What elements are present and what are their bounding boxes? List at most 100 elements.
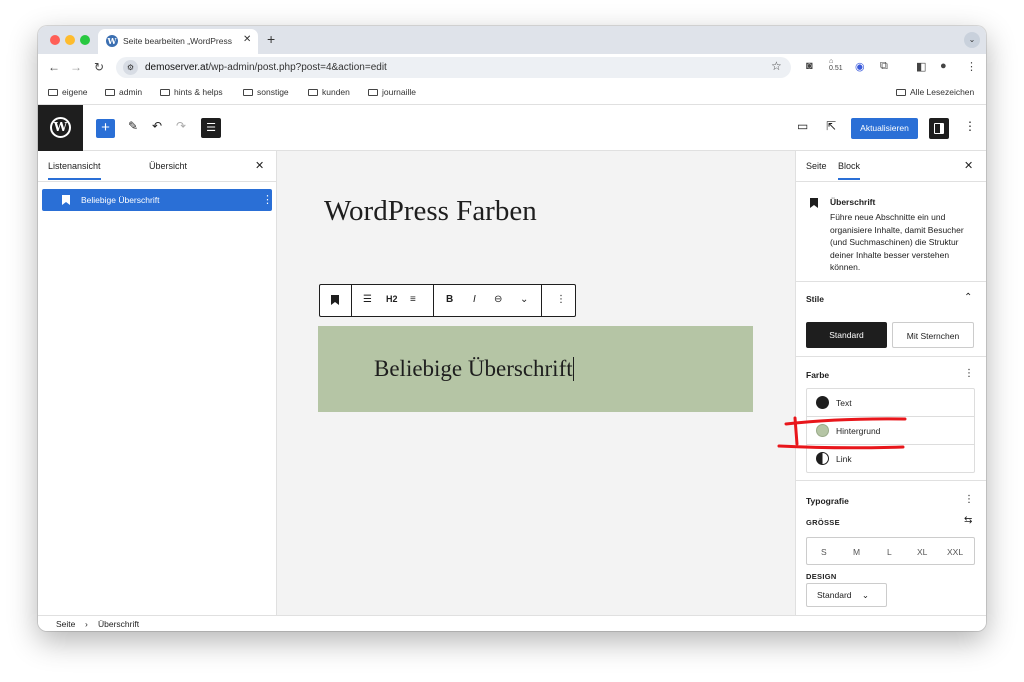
bookmark-label: hints & helps [174,87,223,97]
tab-block[interactable]: Block [838,161,861,180]
tab-list-view[interactable]: Listenansicht [48,161,101,180]
link-icon[interactable]: ⊖ [494,294,502,305]
list-item-heading[interactable]: Beliebige Überschrift ⋮ [42,189,273,211]
list-item-options-icon[interactable]: ⋮ [262,193,273,206]
custom-size-sliders-icon[interactable]: ⇆ [964,515,972,526]
tab-page[interactable]: Seite [806,161,827,171]
size-option-m[interactable]: M [853,547,860,557]
block-description: Führe neue Abschnitte ein und organisier… [830,212,964,272]
minimize-window-button[interactable] [65,35,75,45]
bookmark-label: eigene [62,87,88,97]
close-window-button[interactable] [50,35,60,45]
typography-options-icon[interactable]: ⋮ [964,494,974,505]
bookmark-heading-icon [62,195,70,205]
extensions-puzzle-icon[interactable]: ⧉ [880,60,888,73]
close-sidebar-icon[interactable]: ✕ [964,159,973,172]
camera-extension-icon[interactable]: ◙ [806,60,813,72]
document-overview-button[interactable]: ☰ [201,118,221,138]
list-view-tabs: Listenansicht Übersicht ✕ [38,151,276,182]
bookmark-label: Alle Lesezeichen [910,87,975,97]
folder-icon [308,89,318,96]
color-text-row[interactable]: Text [807,389,974,417]
size-option-l[interactable]: L [887,547,892,557]
size-option-xxl[interactable]: XXL [947,547,963,557]
size-option-xl[interactable]: XL [917,547,927,557]
italic-button[interactable]: I [473,294,476,305]
browser-menu-icon[interactable]: ⋮ [966,60,977,73]
styles-title[interactable]: Stile [806,294,824,304]
site-info-icon[interactable]: ⚙ [123,60,138,75]
collapse-chevron-icon[interactable]: ⌃ [964,292,972,303]
bookmark-folder-admin[interactable]: admin [105,87,142,97]
color-link-label: Link [836,454,852,464]
folder-icon [368,89,378,96]
heading-block[interactable]: Beliebige Überschrift [318,326,753,412]
color-background-row[interactable]: Hintergrund [807,417,974,445]
tab-title: Seite bearbeiten „WordPress [123,36,232,46]
design-select[interactable]: Standard ⌄ [806,583,887,607]
post-title[interactable]: WordPress Farben [324,195,537,228]
breadcrumb-chevron-icon: › [85,619,88,629]
bookmarks-bar: eigene admin hints & helps sonstige kund… [38,81,986,105]
update-button[interactable]: Aktualisieren [851,118,918,139]
tab-strip: W Seite bearbeiten „WordPress ✕ + ⌄ [38,26,986,54]
sidepanel-icon[interactable]: ◧ [916,60,926,73]
bookmark-star-icon[interactable]: ☆ [771,59,782,73]
bookmark-folder-journaille[interactable]: journaille [368,87,416,97]
view-post-external-icon[interactable]: ⇱ [826,119,836,133]
wordpress-favicon-icon: W [106,35,118,47]
style-standard-button[interactable]: Standard [806,322,887,348]
color-panel: Farbe ⋮ Text Hintergrund Link [796,357,986,481]
folder-icon [896,89,906,96]
reload-icon[interactable]: ↻ [94,60,104,74]
wordpress-logo-button[interactable]: W [38,105,83,151]
settings-sidebar: Seite Block ✕ Überschrift Führe neue Abs… [795,151,986,615]
color-list: Text Hintergrund Link [806,388,975,473]
bookmark-folder-sonstige[interactable]: sonstige [243,87,289,97]
list-view-panel: Listenansicht Übersicht ✕ Beliebige Über… [38,151,277,615]
style-stars-button[interactable]: Mit Sternchen [892,322,974,348]
bookmark-folder-eigene[interactable]: eigene [48,87,88,97]
tools-pencil-icon[interactable]: ✎ [128,119,138,133]
text-align-icon[interactable]: ≡ [410,294,416,305]
size-option-s[interactable]: S [821,547,827,557]
preview-device-icon[interactable]: ▭ [797,119,808,133]
tab-overview[interactable]: Übersicht [149,161,187,171]
block-type-bookmark-icon[interactable] [331,295,339,305]
undo-icon[interactable]: ↶ [152,119,162,133]
size-label: GRÖSSE [806,518,840,527]
color-link-row[interactable]: Link [807,445,974,473]
more-formats-chevron-icon[interactable]: ⌄ [520,294,528,305]
breadcrumb-page[interactable]: Seite [56,619,75,629]
redo-icon[interactable]: ↷ [176,119,186,133]
password-extension-icon[interactable]: ◉ [855,60,865,73]
settings-sidebar-toggle-button[interactable] [929,118,949,139]
bold-button[interactable]: B [446,294,453,305]
options-menu-icon[interactable]: ⋮ [964,119,976,133]
styles-panel: Stile ⌃ Standard Mit Sternchen [796,282,986,357]
block-options-icon[interactable]: ⋮ [556,294,566,305]
align-icon[interactable]: ☰ [363,294,372,305]
heading-level-button[interactable]: H2 [386,294,398,304]
bookmark-folder-hints[interactable]: hints & helps [160,87,223,97]
profile-avatar-icon[interactable]: ● [940,60,947,72]
sidebar-tabs: Seite Block ✕ [796,151,986,182]
new-tab-button[interactable]: + [267,31,275,47]
close-list-view-icon[interactable]: ✕ [255,159,264,172]
chevron-down-icon: ⌄ [861,590,869,600]
tab-search-chevron-icon[interactable]: ⌄ [964,32,980,48]
browser-tab[interactable]: W Seite bearbeiten „WordPress ✕ [98,29,258,54]
tab-close-icon[interactable]: ✕ [243,34,251,45]
bookmark-folder-kunden[interactable]: kunden [308,87,350,97]
heading-text[interactable]: Beliebige Überschrift [374,356,574,382]
editor-canvas: WordPress Farben ☰ H2 ≡ B I ⊖ ⌄ ⋮ Belieb… [277,151,795,615]
maximize-window-button[interactable] [80,35,90,45]
back-arrow-icon[interactable]: ← [48,60,60,74]
address-bar[interactable]: ⚙ demoserver.at/wp-admin/post.php?post=4… [116,57,791,78]
breadcrumb-heading[interactable]: Überschrift [98,619,139,629]
block-inserter-button[interactable]: + [96,119,115,138]
extension-badge[interactable]: ⌂ 0.51 [829,58,843,72]
forward-arrow-icon[interactable]: → [70,60,82,74]
all-bookmarks-folder[interactable]: Alle Lesezeichen [896,87,974,97]
color-options-icon[interactable]: ⋮ [964,368,974,379]
